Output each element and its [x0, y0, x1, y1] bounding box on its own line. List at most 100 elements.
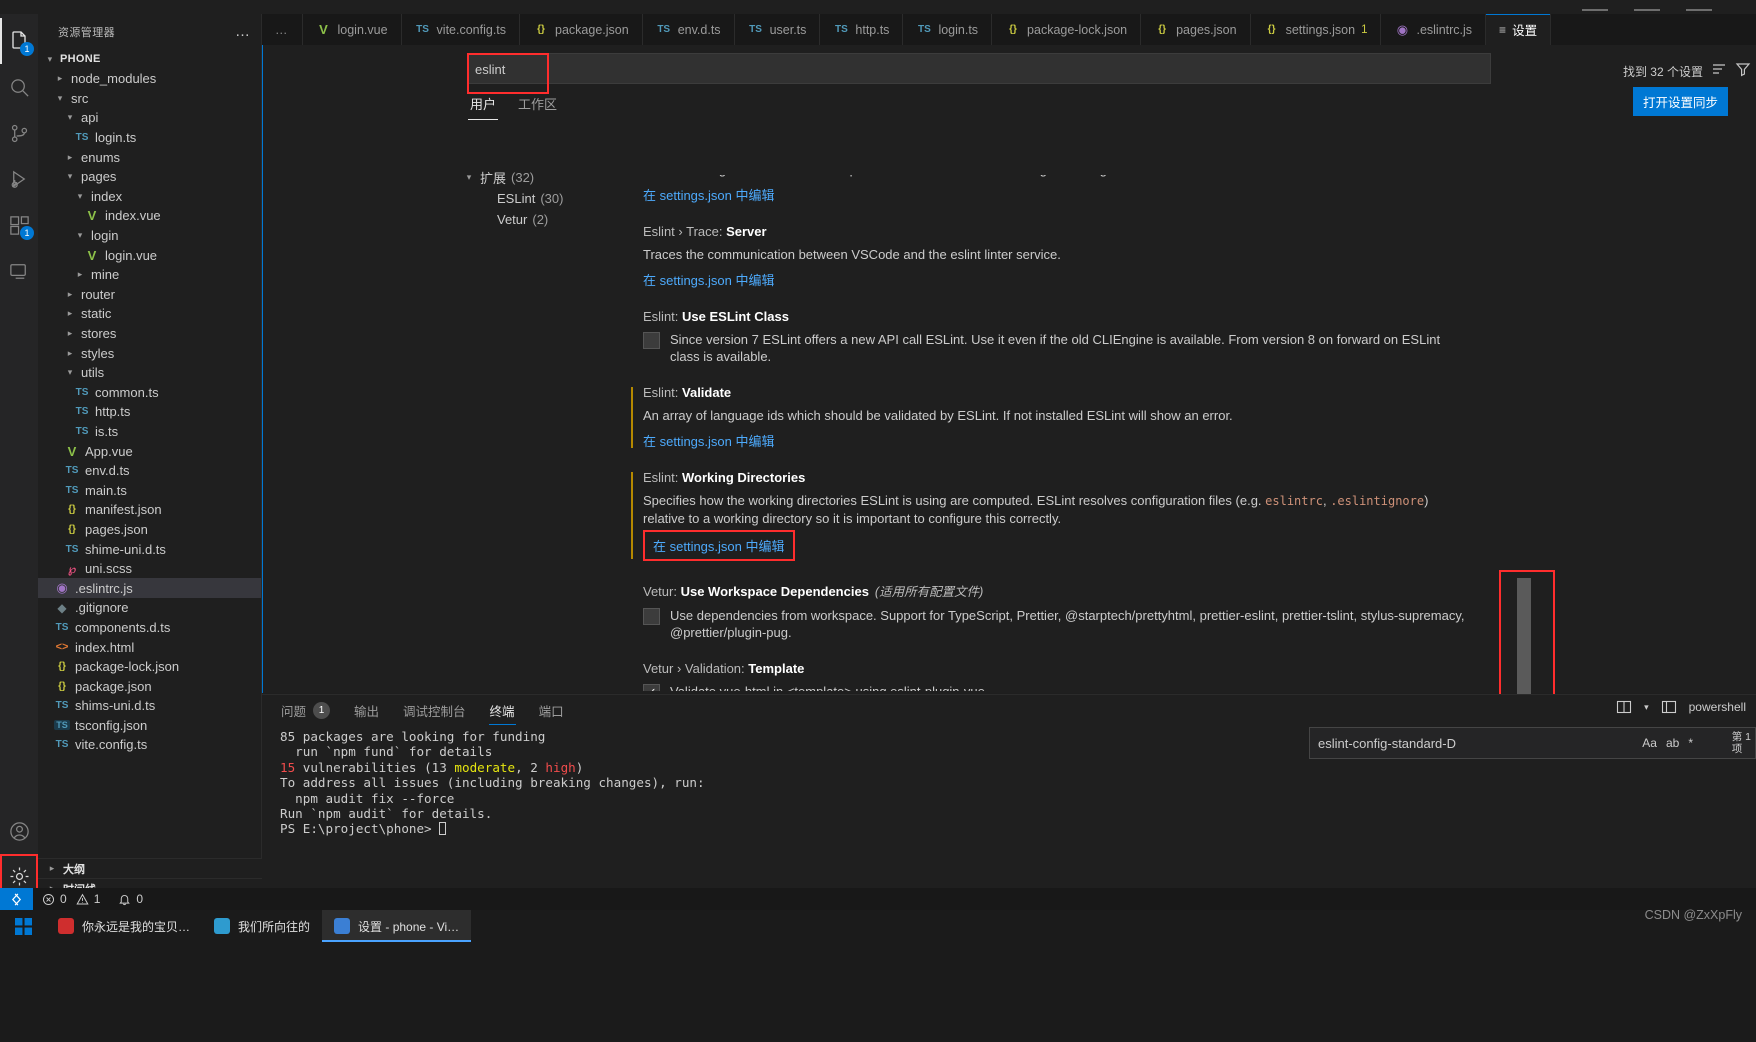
activity-explorer[interactable]: 1: [0, 18, 38, 64]
tree-item-styles[interactable]: ▸ styles: [38, 343, 261, 363]
tree-item-enums[interactable]: ▸ enums: [38, 147, 261, 167]
tree-item-common.ts[interactable]: TS common.ts: [38, 383, 261, 403]
split-terminal-icon[interactable]: [1616, 699, 1632, 715]
taskbar-app-0[interactable]: 你永远是我的宝贝…: [46, 910, 202, 942]
pane-outline[interactable]: ▸ 大纲: [38, 858, 262, 878]
settings-toc-eslint[interactable]: ESLint (30): [463, 188, 623, 209]
tab-login.vue[interactable]: Vlogin.vue: [302, 14, 402, 45]
minimize-button[interactable]: [1582, 2, 1608, 11]
sidebar-more-actions[interactable]: …: [235, 23, 251, 40]
setting-checkbox[interactable]: [643, 608, 660, 625]
terminal-profile-label[interactable]: powershell: [1689, 700, 1746, 714]
tab-user.ts[interactable]: TS user.ts: [734, 14, 821, 45]
tree-item-stores[interactable]: ▸ stores: [38, 324, 261, 344]
tree-item-http.ts[interactable]: TS http.ts: [38, 402, 261, 422]
tree-item-mine[interactable]: ▸ mine: [38, 265, 261, 285]
tree-item-static[interactable]: ▸ static: [38, 304, 261, 324]
edit-in-settings-json-link[interactable]: 在 settings.json 中编辑: [643, 185, 775, 204]
settings-scope-tab-0[interactable]: 用户: [468, 91, 498, 120]
tree-item-api[interactable]: ▾ api: [38, 108, 261, 128]
tree-item-pages.json[interactable]: {} pages.json: [38, 520, 261, 540]
tree-item-package-lock.json[interactable]: {} package-lock.json: [38, 657, 261, 677]
taskbar-app-1[interactable]: 我们所向往的: [202, 910, 322, 942]
taskbar-app-2[interactable]: 设置 - phone - Vi…: [322, 910, 472, 942]
tree-item-index[interactable]: ▾ index: [38, 187, 261, 207]
tree-item-vite.config.ts[interactable]: TS vite.config.ts: [38, 735, 261, 755]
tree-item-shims-uni.d.ts[interactable]: TS shims-uni.d.ts: [38, 696, 261, 716]
tab-[interactable]: ≡ 设置: [1486, 14, 1552, 45]
tree-item-pages[interactable]: ▾ pages: [38, 167, 261, 187]
chevron-down-icon[interactable]: ▾: [1644, 702, 1649, 713]
chevron-right-icon: ▸: [57, 73, 63, 84]
panel-tab-4[interactable]: 端口: [538, 696, 565, 725]
tree-item-app.vue[interactable]: V App.vue: [38, 441, 261, 461]
setting-checkbox[interactable]: ✓: [643, 684, 660, 691]
panel-tab-1[interactable]: 输出: [353, 696, 380, 725]
edit-in-settings-json-link[interactable]: 在 settings.json 中编辑: [643, 270, 775, 289]
setting-checkbox[interactable]: [643, 332, 660, 349]
tree-item-login[interactable]: ▾ login: [38, 226, 261, 246]
settings-toc-vetur[interactable]: Vetur (2): [463, 209, 623, 230]
tab-login.ts[interactable]: TS login.ts: [903, 14, 993, 45]
tree-item-index.vue[interactable]: Vindex.vue: [38, 206, 261, 226]
windows-start-button[interactable]: [0, 910, 46, 942]
tab-overflow-indicator[interactable]: …: [262, 14, 303, 45]
tree-item-index.html[interactable]: <> index.html: [38, 637, 261, 657]
settings-scrollbar[interactable]: [1710, 205, 1720, 685]
activity-source-control[interactable]: [0, 110, 38, 156]
tree-item-uni.scss[interactable]: ℘ uni.scss: [38, 559, 261, 579]
panel-tab-0[interactable]: 问题 1: [280, 696, 331, 725]
tree-item-tsconfig.json[interactable]: TS tsconfig.json: [38, 716, 261, 736]
activity-extensions[interactable]: 1: [0, 202, 38, 248]
tree-item-utils[interactable]: ▾ utils: [38, 363, 261, 383]
tab-env.d.ts[interactable]: TS env.d.ts: [642, 14, 735, 45]
tab-.eslintrc.js[interactable]: ◉ .eslintrc.js: [1381, 14, 1487, 45]
tree-item-src[interactable]: ▾ src: [38, 89, 261, 109]
activity-accounts[interactable]: [0, 808, 38, 854]
tab-vite.config.ts[interactable]: TS vite.config.ts: [401, 14, 521, 45]
suggest-widget[interactable]: eslint-config-standard-D Aa ab * 第 1 项: [1309, 727, 1756, 759]
activity-remote-explorer[interactable]: [0, 248, 38, 294]
edit-in-settings-json-link[interactable]: 在 settings.json 中编辑: [653, 536, 785, 555]
workspace-root-row[interactable]: ▾ PHONE: [38, 49, 261, 69]
tree-item-node_modules[interactable]: ▸ node_modules: [38, 69, 261, 89]
settings-scope-tab-1[interactable]: 工作区: [516, 91, 559, 120]
maximize-button[interactable]: [1634, 2, 1660, 11]
terminal-text: vulnerabilities (13: [295, 759, 455, 775]
tree-item-components.d.ts[interactable]: TS components.d.ts: [38, 618, 261, 638]
filter-icon[interactable]: [1735, 61, 1751, 77]
panel-tab-2[interactable]: 调试控制台: [402, 696, 467, 725]
edit-in-settings-json-link[interactable]: 在 settings.json 中编辑: [643, 431, 775, 450]
tab-package.json[interactable]: {} package.json: [520, 14, 643, 45]
panel-tab-3[interactable]: 终端: [489, 696, 516, 725]
status-bell[interactable]: 0: [109, 888, 152, 910]
tab-settings.json[interactable]: {} settings.json 1: [1250, 14, 1382, 45]
tree-item-is.ts[interactable]: TS is.ts: [38, 422, 261, 442]
close-button[interactable]: [1686, 2, 1712, 11]
match-case-icon[interactable]: Aa: [1642, 736, 1657, 750]
tree-item-.eslintrc.js[interactable]: ◉ .eslintrc.js: [38, 578, 261, 599]
tree-item-manifest.json[interactable]: {} manifest.json: [38, 500, 261, 520]
tree-item-login.vue[interactable]: Vlogin.vue: [38, 245, 261, 265]
panel-layout-icon[interactable]: [1661, 699, 1677, 715]
settings-search-input[interactable]: [467, 53, 1491, 84]
open-settings-sync-button[interactable]: 打开设置同步: [1632, 87, 1728, 116]
activity-search[interactable]: [0, 64, 38, 110]
settings-toc-扩展[interactable]: ▾ 扩展 (32): [463, 167, 623, 188]
list-icon[interactable]: [1711, 61, 1727, 77]
tree-item-env.d.ts[interactable]: TS env.d.ts: [38, 461, 261, 481]
tree-item-package.json[interactable]: {} package.json: [38, 676, 261, 696]
tree-item-.gitignore[interactable]: ◆ .gitignore: [38, 598, 261, 618]
tab-pages.json[interactable]: {} pages.json: [1141, 14, 1251, 45]
remote-indicator[interactable]: [0, 888, 33, 910]
tree-item-router[interactable]: ▸ router: [38, 285, 261, 305]
tab-http.ts[interactable]: TS http.ts: [820, 14, 904, 45]
regex-icon[interactable]: *: [1688, 736, 1693, 750]
tree-item-login.ts[interactable]: TS login.ts: [38, 128, 261, 148]
tab-package-lock.json[interactable]: {} package-lock.json: [992, 14, 1142, 45]
status-problems[interactable]: 0 1: [33, 888, 109, 910]
activity-run-debug[interactable]: [0, 156, 38, 202]
tree-item-main.ts[interactable]: TS main.ts: [38, 480, 261, 500]
tree-item-shime-uni.d.ts[interactable]: TS shime-uni.d.ts: [38, 539, 261, 559]
match-word-icon[interactable]: ab: [1666, 736, 1679, 750]
